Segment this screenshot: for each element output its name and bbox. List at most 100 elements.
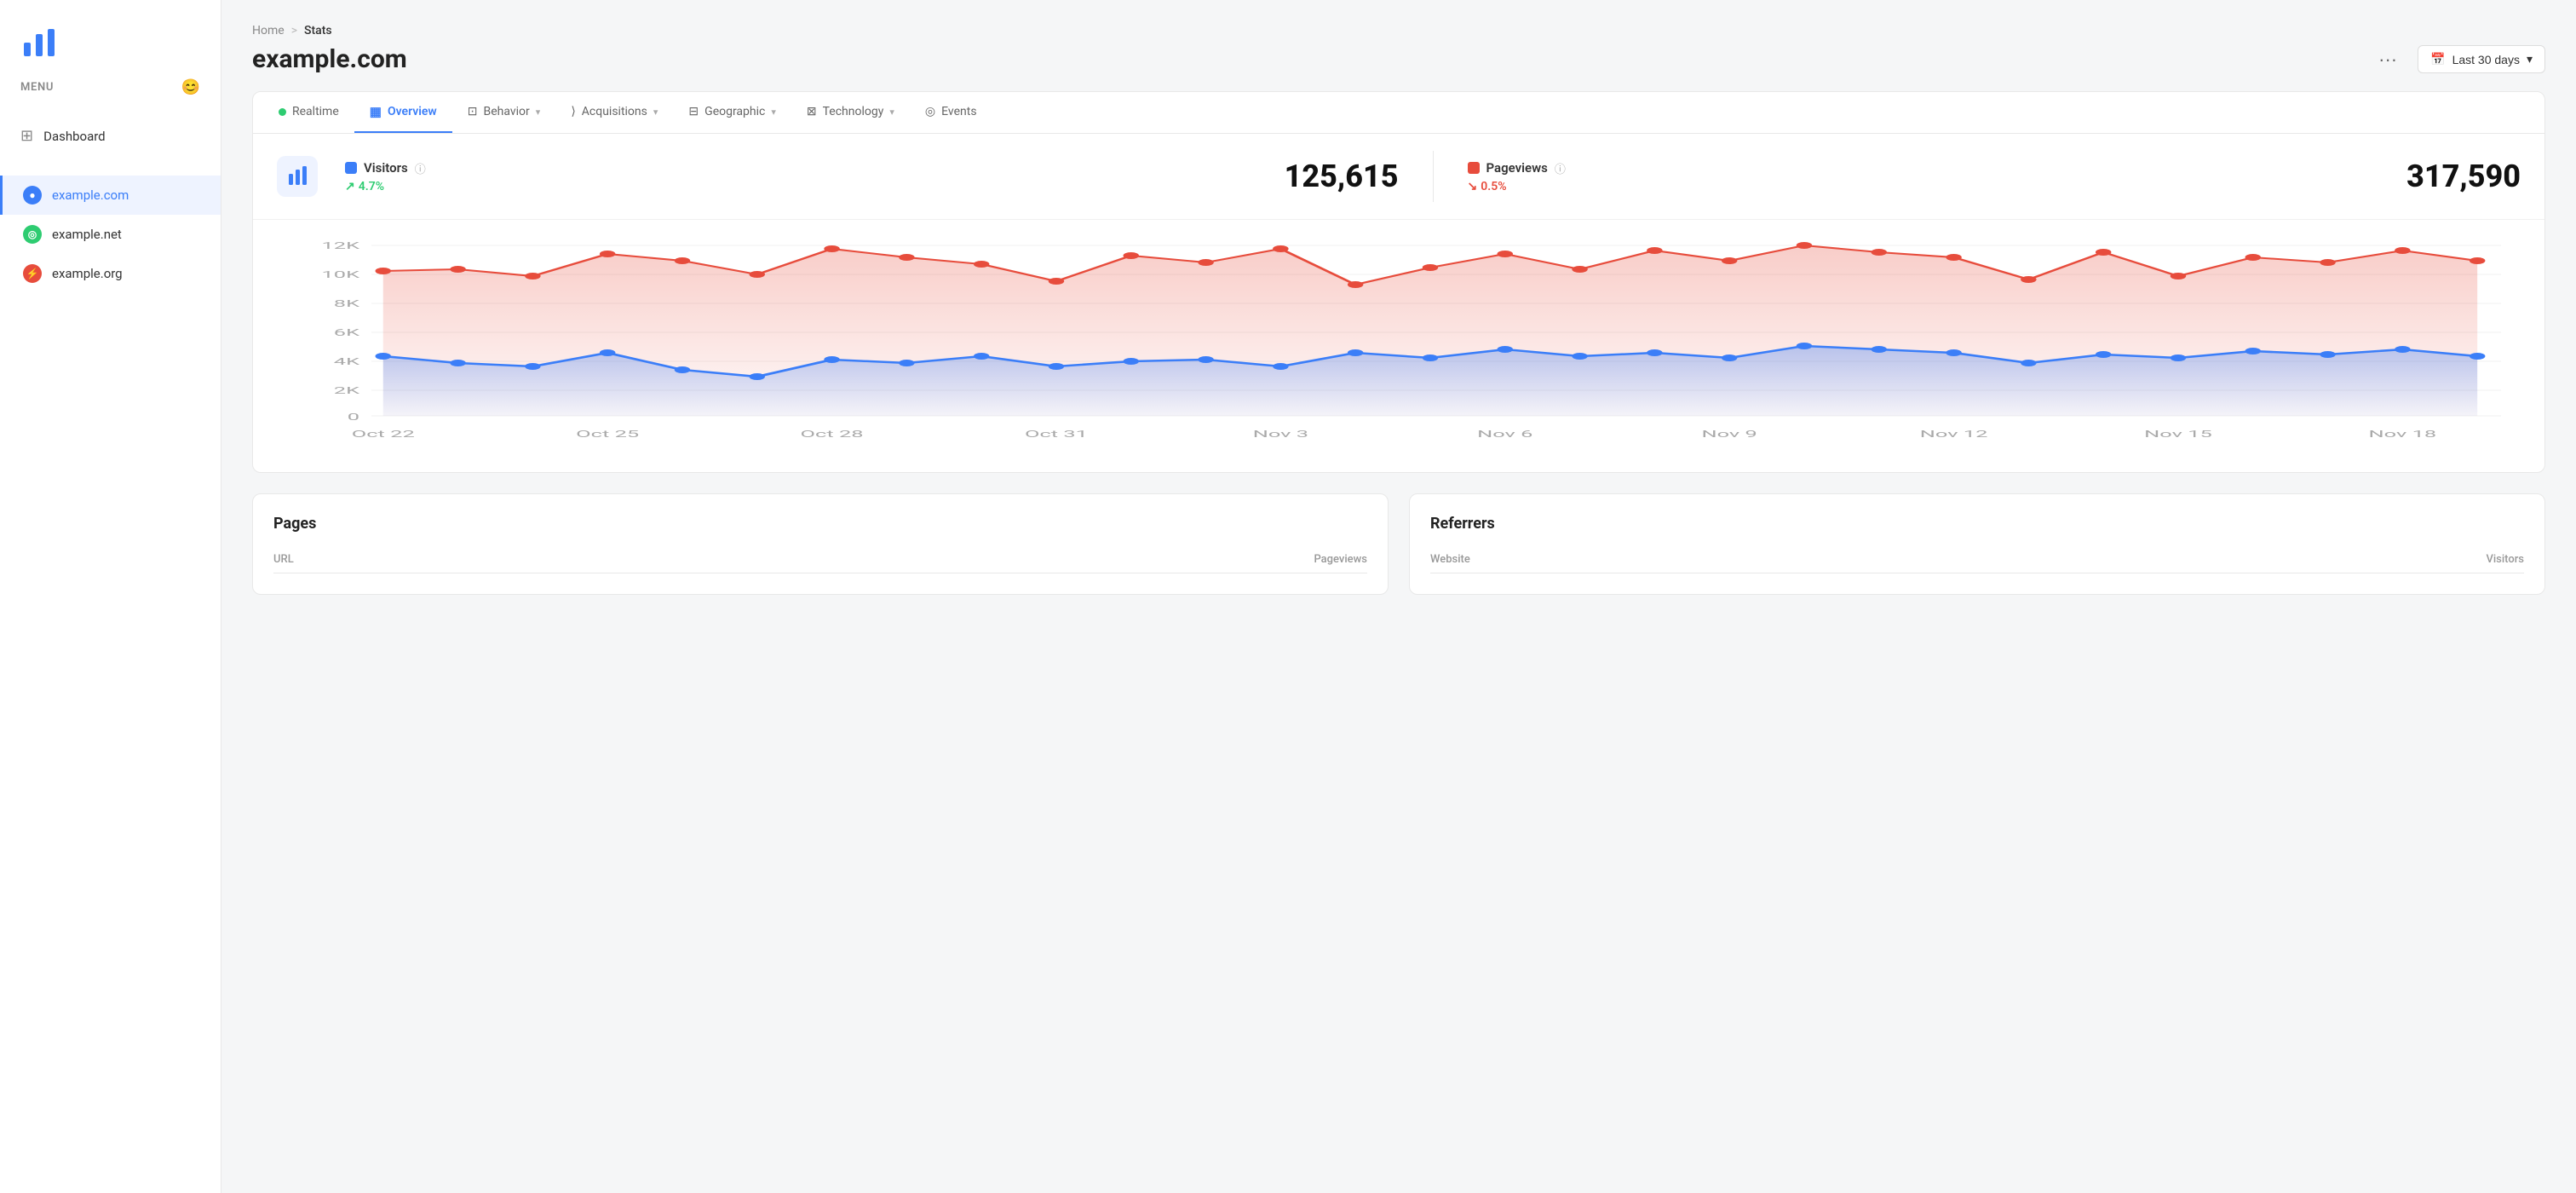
more-options-button[interactable]: ··· — [2372, 45, 2404, 74]
technology-icon: ⊠ — [807, 105, 817, 118]
sidebar-nav: ⊞ Dashboard — [0, 110, 221, 162]
pageviews-color-swatch — [1468, 162, 1480, 174]
visitors-label-group: Visitors ⓘ ↗ 4.7% — [345, 160, 426, 193]
logo — [0, 0, 221, 75]
behavior-icon: ⊡ — [468, 105, 478, 118]
favicon-example-net: ◎ — [23, 225, 42, 244]
svg-text:10K: 10K — [322, 269, 360, 280]
realtime-dot — [279, 108, 286, 116]
sidebar-sites: ● example.com ◎ example.net ⚡ example.or… — [0, 176, 221, 293]
calendar-icon: 📅 — [2430, 52, 2445, 66]
visitors-arrow-up: ↗ — [345, 180, 355, 193]
svg-text:Oct 22: Oct 22 — [352, 429, 415, 440]
sidebar-item-example-org[interactable]: ⚡ example.org — [0, 254, 221, 293]
tab-realtime-label: Realtime — [292, 105, 339, 118]
visitors-change: ↗ 4.7% — [345, 180, 426, 193]
breadcrumb-home[interactable]: Home — [252, 24, 285, 37]
pageviews-label: Pageviews — [1486, 160, 1548, 176]
sidebar-item-example-net[interactable]: ◎ example.net — [0, 215, 221, 254]
geographic-chevron: ▾ — [771, 107, 776, 118]
svg-text:Nov 6: Nov 6 — [1477, 429, 1532, 440]
tab-acquisitions[interactable]: ⟩ Acquisitions ▾ — [555, 93, 673, 132]
svg-text:6K: 6K — [334, 327, 360, 338]
main-scroll: Home > Stats example.com ··· 📅 Last 30 d… — [221, 0, 2576, 1193]
pageviews-info-icon[interactable]: ⓘ — [1555, 160, 1566, 176]
svg-text:4K: 4K — [334, 356, 360, 367]
geographic-icon: ⊟ — [688, 105, 699, 118]
pages-card-title: Pages — [273, 515, 1367, 533]
events-icon: ◎ — [925, 105, 935, 118]
pageviews-label-row: Pageviews ⓘ — [1468, 160, 1566, 176]
chevron-down-icon: ▾ — [2527, 52, 2533, 66]
breadcrumb: Home > Stats — [252, 24, 2545, 37]
tab-acquisitions-label: Acquisitions — [582, 105, 647, 118]
svg-text:12K: 12K — [322, 240, 360, 251]
bottom-cards: Pages URL Pageviews Referrers Website Vi… — [252, 493, 2545, 595]
referrers-card: Referrers Website Visitors — [1409, 493, 2545, 595]
sidebar: MENU 😊 ⊞ Dashboard ● example.com ◎ examp… — [0, 0, 221, 1193]
tab-technology-label: Technology — [823, 105, 884, 118]
tab-geographic[interactable]: ⊟ Geographic ▾ — [673, 93, 791, 132]
favicon-example-org: ⚡ — [23, 264, 42, 283]
tab-geographic-label: Geographic — [704, 105, 765, 118]
svg-text:2K: 2K — [334, 385, 360, 396]
sidebar-label-example-net: example.net — [52, 227, 122, 242]
stats-card: Realtime ▦ Overview ⊡ Behavior ▾ ⟩ Acqui… — [252, 91, 2545, 473]
stats-icon-box — [277, 156, 318, 197]
main-chart: 12K 10K 8K 6K 4K 2K 0 — [277, 237, 2521, 458]
tab-behavior[interactable]: ⊡ Behavior ▾ — [452, 93, 556, 132]
date-range-label: Last 30 days — [2452, 53, 2520, 66]
visitors-change-value: 4.7% — [359, 180, 384, 193]
tab-realtime[interactable]: Realtime — [263, 93, 354, 132]
svg-text:Oct 28: Oct 28 — [801, 429, 864, 440]
svg-text:Nov 12: Nov 12 — [1920, 429, 1988, 440]
visitors-info-icon[interactable]: ⓘ — [415, 160, 426, 176]
pageviews-metric: Pageviews ⓘ ↘ 0.5% 317,590 — [1468, 158, 2521, 194]
referrers-visitors-col: Visitors — [2486, 553, 2524, 566]
tab-events-label: Events — [941, 105, 976, 118]
referrers-card-title: Referrers — [1430, 515, 2524, 533]
sidebar-item-example-com[interactable]: ● example.com — [0, 176, 221, 215]
chart-container: 12K 10K 8K 6K 4K 2K 0 — [253, 220, 2544, 472]
sidebar-item-dashboard[interactable]: ⊞ Dashboard — [0, 117, 221, 155]
main-content-area: Home > Stats example.com ··· 📅 Last 30 d… — [221, 0, 2576, 1193]
breadcrumb-current: Stats — [304, 24, 332, 37]
overview-icon: ▦ — [370, 104, 382, 119]
pageviews-change: ↘ 0.5% — [1468, 180, 1566, 193]
visitors-value: 125,615 — [1285, 158, 1399, 194]
tab-overview-label: Overview — [388, 105, 437, 118]
pageviews-value: 317,590 — [2406, 158, 2521, 194]
svg-text:8K: 8K — [334, 298, 360, 309]
sidebar-label-example-com: example.com — [52, 187, 129, 203]
favicon-example-com: ● — [23, 186, 42, 205]
pageviews-label-group: Pageviews ⓘ ↘ 0.5% — [1468, 160, 1566, 193]
pageviews-arrow-down: ↘ — [1468, 180, 1478, 193]
svg-text:Nov 3: Nov 3 — [1253, 429, 1308, 440]
stats-header: Visitors ⓘ ↗ 4.7% 125,615 — [253, 134, 2544, 220]
tabs-bar: Realtime ▦ Overview ⊡ Behavior ▾ ⟩ Acqui… — [253, 92, 2544, 134]
acquisitions-icon: ⟩ — [571, 105, 575, 118]
breadcrumb-separator: > — [291, 24, 297, 37]
date-range-button[interactable]: 📅 Last 30 days ▾ — [2418, 45, 2545, 73]
page-header-actions: ··· 📅 Last 30 days ▾ — [2372, 45, 2545, 74]
technology-chevron: ▾ — [889, 107, 894, 118]
tab-events[interactable]: ◎ Events — [910, 93, 992, 132]
tab-behavior-label: Behavior — [483, 105, 529, 118]
referrers-website-col: Website — [1430, 553, 1470, 566]
behavior-chevron: ▾ — [536, 107, 541, 118]
svg-text:0: 0 — [348, 412, 359, 423]
page-title: example.com — [252, 44, 407, 74]
referrers-table-header: Website Visitors — [1430, 546, 2524, 573]
svg-text:Nov 9: Nov 9 — [1701, 429, 1757, 440]
acquisitions-chevron: ▾ — [653, 107, 658, 118]
page-header: example.com ··· 📅 Last 30 days ▾ — [252, 44, 2545, 74]
tab-overview[interactable]: ▦ Overview — [354, 92, 452, 133]
svg-text:Nov 18: Nov 18 — [2369, 429, 2437, 440]
settings-icon[interactable]: 😊 — [181, 78, 200, 96]
pageviews-change-value: 0.5% — [1481, 180, 1506, 193]
visitors-color-swatch — [345, 162, 357, 174]
svg-text:Nov 15: Nov 15 — [2144, 429, 2212, 440]
menu-label: MENU — [20, 81, 54, 94]
visitors-label: Visitors — [364, 160, 408, 176]
tab-technology[interactable]: ⊠ Technology ▾ — [791, 93, 910, 132]
